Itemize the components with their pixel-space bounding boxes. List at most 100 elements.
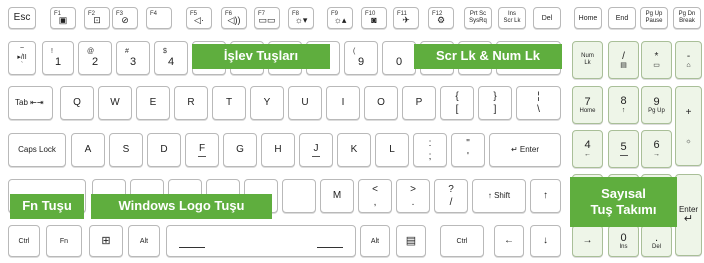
- arrow-up-key[interactable]: ↑: [530, 179, 561, 213]
- numpad-5-key[interactable]: 5: [608, 130, 639, 168]
- windows-logo-key-callout-text: Windows Logo Tuşu: [118, 198, 245, 214]
- f2-key[interactable]: F2 ⊡: [84, 7, 110, 29]
- end-key[interactable]: End: [608, 7, 636, 29]
- key-q[interactable]: Q: [60, 86, 94, 120]
- enter-key[interactable]: ↵ Enter: [489, 133, 561, 167]
- prtsc-key[interactable]: Prt Sc SysRq: [464, 7, 492, 29]
- space-bar[interactable]: [166, 225, 356, 257]
- key-left-bracket[interactable]: {[: [440, 86, 474, 120]
- f6-label: F6: [225, 11, 233, 17]
- f5-key[interactable]: F5 ◁·: [186, 7, 212, 29]
- key-2[interactable]: @2: [78, 41, 112, 75]
- right-ctrl-key[interactable]: Ctrl: [440, 225, 484, 257]
- tab-label: Tab: [15, 98, 28, 107]
- numpad-enter-key[interactable]: Enter ↵: [675, 174, 702, 256]
- numpad-multiply-key[interactable]: * ▭: [641, 41, 672, 79]
- arrow-down-key[interactable]: ↓: [530, 225, 561, 257]
- numpad-9-key[interactable]: 9 Pg Up: [641, 86, 672, 124]
- key-n[interactable]: [282, 179, 316, 213]
- key-k[interactable]: K: [337, 133, 371, 167]
- numpad-minus-key[interactable]: - ⌂: [675, 41, 702, 79]
- del-key[interactable]: Del: [533, 7, 561, 29]
- caps-lock-key[interactable]: Caps Lock: [8, 133, 66, 167]
- right-alt-key[interactable]: Alt: [360, 225, 390, 257]
- numpad-dot-key[interactable]: . Del: [641, 225, 672, 257]
- arrow-right-key[interactable]: →: [572, 225, 603, 257]
- numpad-enter-arrow-icon: ↵: [683, 212, 694, 225]
- key-h[interactable]: H: [261, 133, 295, 167]
- numpad-7-sub: Home: [579, 107, 596, 114]
- key-m[interactable]: M: [320, 179, 354, 213]
- f10-label: F10: [365, 11, 376, 17]
- key-j[interactable]: J: [299, 133, 333, 167]
- ins-key[interactable]: Ins Scr Lk: [498, 7, 526, 29]
- key-a[interactable]: A: [71, 133, 105, 167]
- esc-key[interactable]: Esc: [8, 7, 36, 29]
- arrow-left-key[interactable]: ←: [494, 225, 524, 257]
- key-i[interactable]: I: [326, 86, 360, 120]
- pgup-key[interactable]: Pg Up Pause: [640, 7, 668, 29]
- key-t[interactable]: T: [212, 86, 246, 120]
- pgdn-key[interactable]: Pg Dn Break: [673, 7, 701, 29]
- f6-key[interactable]: F6 ◁)): [221, 7, 247, 29]
- key-3[interactable]: #3: [116, 41, 150, 75]
- key-1[interactable]: ! 1: [42, 41, 74, 75]
- numpad-8-key[interactable]: 8 ↑: [608, 86, 639, 124]
- key-0[interactable]: 0: [382, 41, 416, 75]
- key-s[interactable]: S: [109, 133, 143, 167]
- numpad-4-key[interactable]: 4 ←: [572, 130, 603, 168]
- key-u[interactable]: U: [288, 86, 322, 120]
- key-9[interactable]: (9: [344, 41, 378, 75]
- key-period[interactable]: >.: [396, 179, 430, 213]
- key-right-bracket[interactable]: }]: [478, 86, 512, 120]
- key-p[interactable]: P: [402, 86, 436, 120]
- tilde-key[interactable]: ~ ▸/II `: [8, 41, 36, 75]
- f10-key[interactable]: F10 ◙: [361, 7, 387, 29]
- f3-key[interactable]: F3 ⊘: [112, 7, 138, 29]
- f1-key[interactable]: F1 ▣: [50, 7, 76, 29]
- key-d[interactable]: D: [147, 133, 181, 167]
- f8-key[interactable]: F8 ☼▾: [288, 7, 314, 29]
- key-y[interactable]: Y: [250, 86, 284, 120]
- left-alt-key[interactable]: Alt: [128, 225, 160, 257]
- key-p-label: P: [415, 97, 423, 108]
- left-ctrl-key[interactable]: Ctrl: [8, 225, 40, 257]
- key-semicolon[interactable]: :;: [413, 133, 447, 167]
- key-u-label: U: [301, 97, 309, 108]
- numpad-6-key[interactable]: 6 →: [641, 130, 672, 168]
- tab-key[interactable]: Tab ⇤⇥: [8, 86, 53, 120]
- numpad-plus-key[interactable]: + ☼: [675, 86, 702, 166]
- f12-key[interactable]: F12 ⚙: [428, 7, 454, 29]
- f11-key[interactable]: F11 ✈: [393, 7, 419, 29]
- key-l[interactable]: L: [375, 133, 409, 167]
- right-shift-key[interactable]: ↑ Shift: [472, 179, 526, 213]
- key-j-label: J: [313, 142, 319, 154]
- numpad-7-key[interactable]: 7 Home: [572, 86, 603, 124]
- key-g[interactable]: G: [223, 133, 257, 167]
- key-slash[interactable]: ? /: [434, 179, 468, 213]
- key-o[interactable]: O: [364, 86, 398, 120]
- key-e[interactable]: E: [136, 86, 170, 120]
- fn-key[interactable]: Fn: [46, 225, 82, 257]
- f7-key[interactable]: F7 ▭▭: [254, 7, 280, 29]
- key-w[interactable]: W: [98, 86, 132, 120]
- windows-key[interactable]: ⊞: [89, 225, 123, 257]
- f4-label: F4: [150, 11, 158, 17]
- numpad-divide-key[interactable]: / ▤: [608, 41, 639, 79]
- function-keys-callout-text: İşlev Tuşları: [223, 48, 299, 64]
- key-backslash[interactable]: ¦ \: [516, 86, 561, 120]
- f9-key[interactable]: F9 ☼▴: [327, 7, 353, 29]
- home-key[interactable]: Home: [574, 7, 602, 29]
- f4-key[interactable]: F4: [146, 7, 172, 29]
- key-r[interactable]: R: [174, 86, 208, 120]
- menu-key[interactable]: ▤: [396, 225, 426, 257]
- numlk-key[interactable]: Num Lk: [572, 41, 603, 79]
- numpad-0-key[interactable]: 0 Ins: [608, 225, 639, 257]
- key-f[interactable]: F: [185, 133, 219, 167]
- key-quote[interactable]: " ': [451, 133, 485, 167]
- play-pause-icon: ▸/II: [17, 53, 27, 61]
- key-comma[interactable]: <,: [358, 179, 392, 213]
- key-f-label: F: [198, 142, 206, 154]
- key-4[interactable]: $4: [154, 41, 188, 75]
- key-d-label: D: [160, 144, 168, 155]
